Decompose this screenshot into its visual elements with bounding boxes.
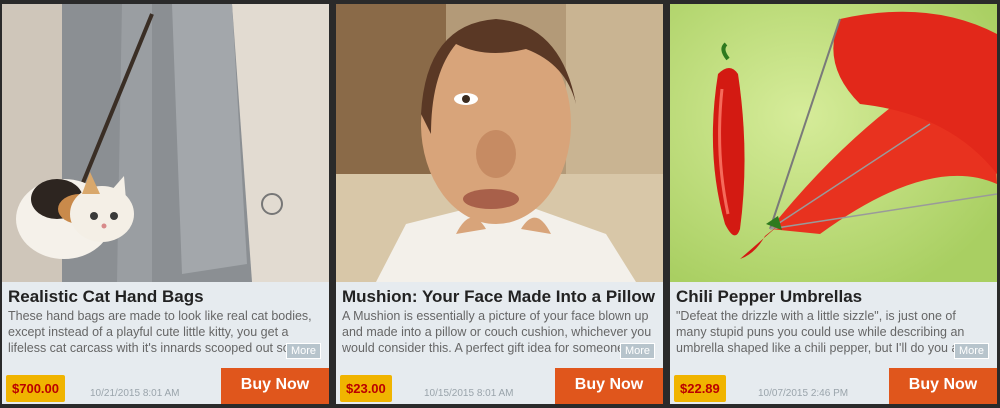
more-button[interactable]: More [953,343,989,359]
product-card-mushion[interactable]: Mushion: Your Face Made Into a Pillow A … [336,4,663,404]
price-badge: $23.00 [340,375,392,402]
buy-now-button[interactable]: Buy Now [221,368,329,404]
post-date: 10/15/2015 8:01 AM [424,388,514,399]
product-description: "Defeat the drizzle with a little sizzle… [676,309,965,355]
buy-now-button[interactable]: Buy Now [555,368,663,404]
product-description: These hand bags are made to look like re… [8,309,312,355]
product-title[interactable]: Realistic Cat Hand Bags [8,287,204,307]
product-title[interactable]: Mushion: Your Face Made Into a Pillow [342,287,655,307]
product-title[interactable]: Chili Pepper Umbrellas [676,287,862,307]
buy-now-button[interactable]: Buy Now [889,368,997,404]
more-button[interactable]: More [285,343,321,359]
more-button[interactable]: More [619,343,655,359]
post-date: 10/07/2015 2:46 PM [758,388,849,399]
product-description: A Mushion is essentially a picture of yo… [342,309,652,355]
product-card-chili-umbrella[interactable]: Chili Pepper Umbrellas "Defeat the drizz… [670,4,997,404]
product-card-cat-handbags[interactable]: Realistic Cat Hand Bags These hand bags … [2,4,329,404]
price-badge: $700.00 [6,375,65,402]
product-image-cat-handbag[interactable] [2,4,329,282]
price-badge: $22.89 [674,375,726,402]
product-image-mushion[interactable] [336,4,663,282]
post-date: 10/21/2015 8:01 AM [90,388,180,399]
product-image-chili-umbrella[interactable] [670,4,997,282]
